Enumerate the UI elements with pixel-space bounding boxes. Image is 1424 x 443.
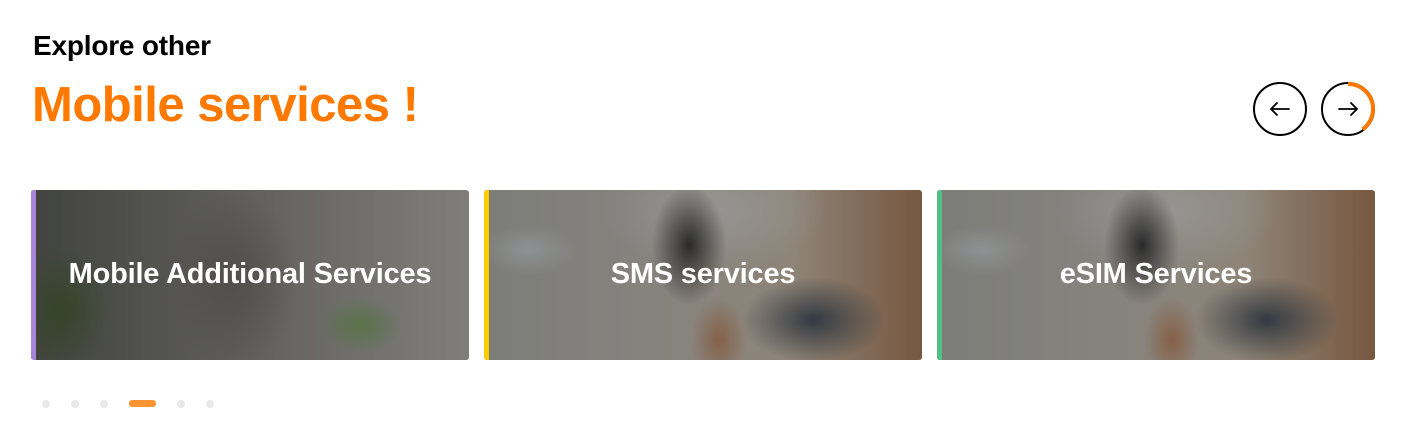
section-heading: Mobile services ! <box>32 78 419 132</box>
carousel-next-button[interactable] <box>1321 82 1375 136</box>
pagination-dot[interactable] <box>206 400 214 408</box>
pagination-dot[interactable] <box>100 400 108 408</box>
section-subheading: Explore other <box>33 30 211 61</box>
service-card-sms[interactable]: SMS services <box>484 190 922 360</box>
pagination-dot[interactable] <box>177 400 185 408</box>
pagination-dot[interactable] <box>42 400 50 408</box>
pagination-dot[interactable] <box>71 400 79 408</box>
pagination-dot-active[interactable] <box>129 400 156 407</box>
carousel-prev-button[interactable] <box>1253 82 1307 136</box>
service-card-esim[interactable]: eSIM Services <box>937 190 1375 360</box>
card-accent-bar <box>31 190 36 360</box>
explore-services-section: Explore other Mobile services ! Mobile A… <box>0 0 1424 443</box>
autoplay-progress-ring <box>1321 82 1375 136</box>
card-title: Mobile Additional Services <box>68 258 432 290</box>
card-title: eSIM Services <box>1059 258 1253 290</box>
service-card-mobile-additional[interactable]: Mobile Additional Services <box>31 190 469 360</box>
card-accent-bar <box>937 190 942 360</box>
arrow-left-icon <box>1270 102 1290 116</box>
card-accent-bar <box>484 190 489 360</box>
card-title: SMS services <box>610 258 796 290</box>
services-carousel: Mobile Additional Services SMS services … <box>31 190 1375 360</box>
